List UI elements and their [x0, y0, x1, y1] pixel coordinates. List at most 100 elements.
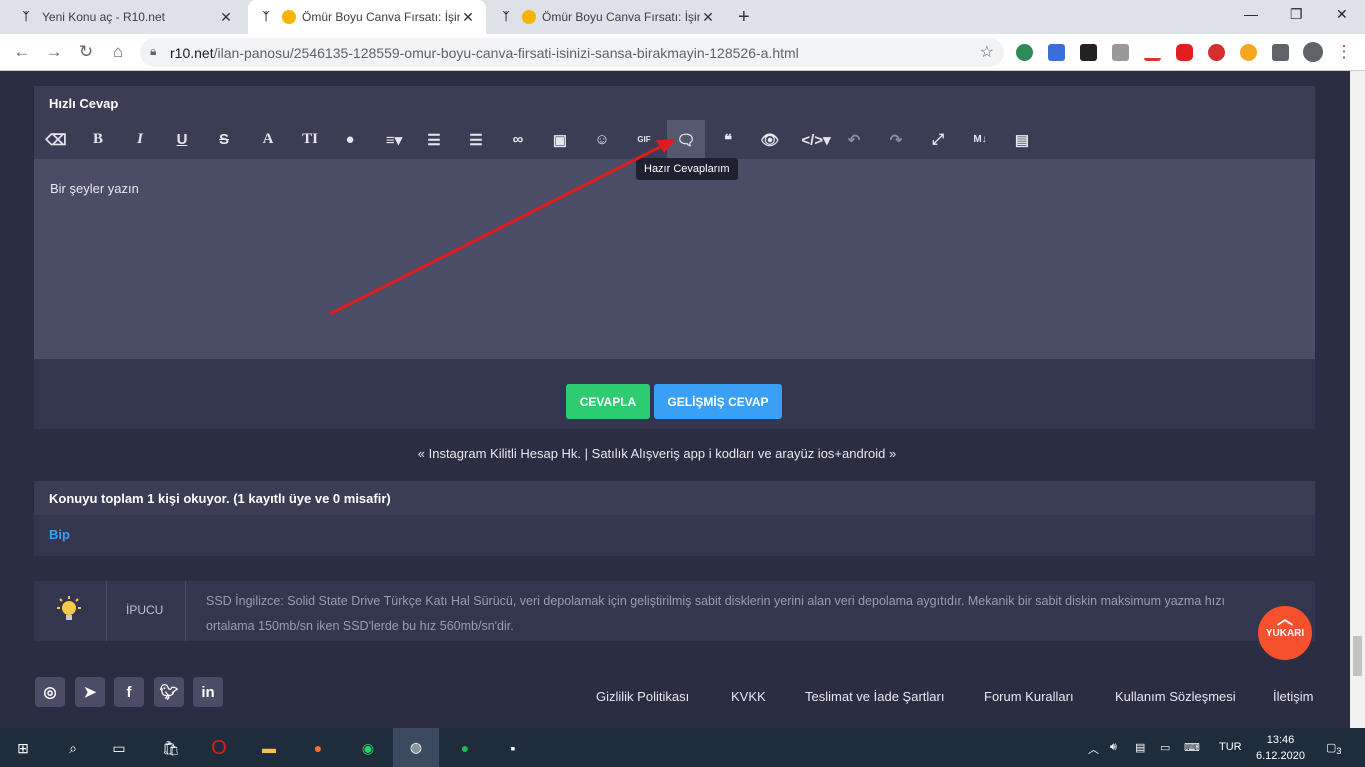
clock[interactable]: 13:46 6.12.2020 [1256, 732, 1305, 764]
maximize-icon[interactable]: ❐ [1290, 6, 1303, 23]
bullet-list-icon[interactable]: ☰ [415, 120, 453, 159]
search-icon[interactable]: ⌕ [60, 735, 86, 761]
lock-icon[interactable]: 🔒︎ [150, 44, 156, 59]
close-tab-icon[interactable]: ✕ [700, 9, 716, 26]
address-bar[interactable]: 🔒︎ r10.net/ilan-panosu/2546135-128559-om… [140, 38, 1004, 67]
linkedin-icon[interactable]: in [193, 677, 223, 707]
numbered-list-icon[interactable]: ☰ [457, 120, 495, 159]
close-window-icon[interactable]: ✕ [1336, 6, 1348, 23]
emoji-icon[interactable]: ☺ [583, 120, 621, 159]
saved-replies-tooltip: Hazır Cevaplarım [636, 158, 738, 180]
italic-icon[interactable]: I [121, 120, 159, 159]
link-icon[interactable]: ∞ [499, 120, 537, 159]
reply-editor[interactable]: Bir şeyler yazın [34, 159, 1315, 359]
back-icon[interactable]: ← [12, 42, 32, 62]
instagram-icon[interactable]: ◎ [35, 677, 65, 707]
browser-toolbar: ← → ↻ ⌂ 🔒︎ r10.net/ilan-panosu/2546135-1… [0, 34, 1365, 71]
extensions-puzzle-icon[interactable] [1272, 44, 1289, 61]
footer-link-privacy[interactable]: Gizlilik Politikası [596, 689, 689, 704]
windows-start-icon[interactable]: ⊞ [10, 735, 36, 761]
prev-next-link[interactable]: « Instagram Kilitli Hesap Hk. | Satılık … [418, 446, 896, 461]
extension-icon[interactable] [1240, 44, 1257, 61]
footer-link-terms[interactable]: Kullanım Sözleşmesi [1115, 689, 1236, 704]
gif-icon[interactable]: GIF [625, 120, 663, 159]
strikethrough-icon[interactable]: S [205, 120, 243, 159]
bookmark-star-icon[interactable]: ☆ [980, 42, 994, 62]
undo-icon[interactable]: ↶ [835, 120, 873, 159]
footer-link-kvkk[interactable]: KVKK [731, 689, 766, 704]
telegram-icon[interactable]: ➤ [75, 677, 105, 707]
markdown-icon[interactable]: M↓ [961, 120, 999, 159]
footer-link-forum-rules[interactable]: Forum Kuralları [984, 689, 1074, 704]
close-tab-icon[interactable]: ✕ [460, 9, 476, 26]
profile-avatar-icon[interactable] [1303, 42, 1323, 62]
extension-globe-icon[interactable] [1016, 44, 1033, 61]
whatsapp-icon[interactable]: ◉ [355, 735, 381, 761]
preview-icon[interactable]: ▤ [1003, 120, 1041, 159]
tip-text: SSD İngilizce: Solid State Drive Türkçe … [206, 594, 1225, 633]
emoji-icon [282, 10, 296, 24]
url-path: /ilan-panosu/2546135-128559-omur-boyu-ca… [213, 44, 799, 61]
notifications-icon[interactable]: ▢3 [1326, 741, 1342, 756]
adblock-icon[interactable] [1208, 44, 1225, 61]
firefox-icon[interactable]: ● [305, 735, 331, 761]
image-icon[interactable]: ▣ [541, 120, 579, 159]
home-icon[interactable]: ⌂ [108, 42, 128, 62]
font-size-icon[interactable]: A [249, 120, 287, 159]
code-icon[interactable]: </>▾ [795, 120, 837, 159]
page-scrollbar[interactable] [1350, 71, 1365, 728]
extension-icon[interactable] [1048, 44, 1065, 61]
forward-icon[interactable]: → [44, 42, 64, 62]
file-explorer-icon[interactable]: ▬ [256, 735, 282, 761]
notifications-count: 3 [1336, 746, 1342, 757]
palette-icon[interactable]: ● [331, 120, 369, 159]
volume-icon[interactable]: 🔊︎ [1110, 741, 1117, 754]
youtube-extension-icon[interactable] [1176, 44, 1193, 61]
advanced-reply-button[interactable]: GELİŞMİŞ CEVAP [654, 384, 782, 419]
scroll-up-button[interactable]: ︿ YUKARI [1258, 606, 1312, 660]
eraser-icon[interactable]: ⌫ [37, 120, 75, 159]
tip-label: İPUCU [126, 603, 164, 617]
footer-link-contact[interactable]: İletişim [1273, 689, 1313, 704]
fullscreen-icon[interactable]: ⤢ [919, 120, 957, 159]
browser-tab[interactable]: ᛉ Ömür Boyu Canva Fırsatı: İşin ✕ [488, 0, 726, 34]
terminal-icon[interactable]: ▪ [500, 735, 526, 761]
language-indicator[interactable]: TUR [1219, 741, 1242, 753]
chrome-icon[interactable]: ◍ [393, 728, 439, 767]
spoiler-eye-icon[interactable]: 👁︎ [751, 120, 789, 159]
saved-replies-icon[interactable]: 🗨︎ [667, 120, 705, 159]
scrollbar-thumb[interactable] [1353, 636, 1362, 676]
facebook-icon[interactable]: f [114, 677, 144, 707]
browser-tab[interactable]: ᛉ Yeni Konu aç - R10.net ✕ [8, 0, 244, 34]
tab-title: Ömür Boyu Canva Fırsatı: İşin [542, 10, 700, 24]
underline-icon[interactable]: U [163, 120, 201, 159]
opera-icon[interactable]: O [206, 735, 232, 761]
reader-user-link[interactable]: Bip [34, 515, 1315, 554]
minimize-icon[interactable]: — [1244, 6, 1258, 22]
footer-link-delivery[interactable]: Teslimat ve İade Şartları [805, 689, 944, 704]
extension-icon[interactable] [1080, 44, 1097, 61]
network-icon[interactable]: ▤ [1135, 741, 1145, 754]
menu-kebab-icon[interactable]: ⋮ [1334, 42, 1354, 62]
reload-icon[interactable]: ↻ [76, 42, 96, 62]
windows-taskbar: ⊞ ⌕ ▭ 🛍︎ O ▬ ● ◉ ◍ ● ▪ ︿ 🔊︎ ▤ ▭ ⌨ TUR 13… [0, 728, 1365, 767]
camera-extension-icon[interactable] [1112, 44, 1129, 61]
spotify-icon[interactable]: ● [452, 735, 478, 761]
quote-icon[interactable]: ❝ [709, 120, 747, 159]
battery-icon[interactable]: ▭ [1160, 741, 1170, 754]
browser-tab-active[interactable]: ᛉ Ömür Boyu Canva Fırsatı: İşin ✕ [248, 0, 486, 34]
tray-chevron-up-icon[interactable]: ︿ [1088, 741, 1099, 757]
reply-button[interactable]: CEVAPLA [566, 384, 650, 419]
text-height-icon[interactable]: TI [291, 120, 329, 159]
store-icon[interactable]: 🛍︎ [158, 735, 184, 761]
redo-icon[interactable]: ↷ [877, 120, 915, 159]
align-icon[interactable]: ≡▾ [375, 120, 413, 159]
close-tab-icon[interactable]: ✕ [218, 9, 234, 26]
new-tab-button[interactable]: + [738, 6, 750, 29]
twitter-icon[interactable]: 🐦︎ [154, 677, 184, 707]
download-icon[interactable] [1144, 44, 1161, 61]
task-view-icon[interactable]: ▭ [106, 735, 132, 761]
tab-title: Yeni Konu aç - R10.net [42, 10, 165, 24]
keyboard-icon[interactable]: ⌨ [1184, 741, 1200, 754]
bold-icon[interactable]: B [79, 120, 117, 159]
